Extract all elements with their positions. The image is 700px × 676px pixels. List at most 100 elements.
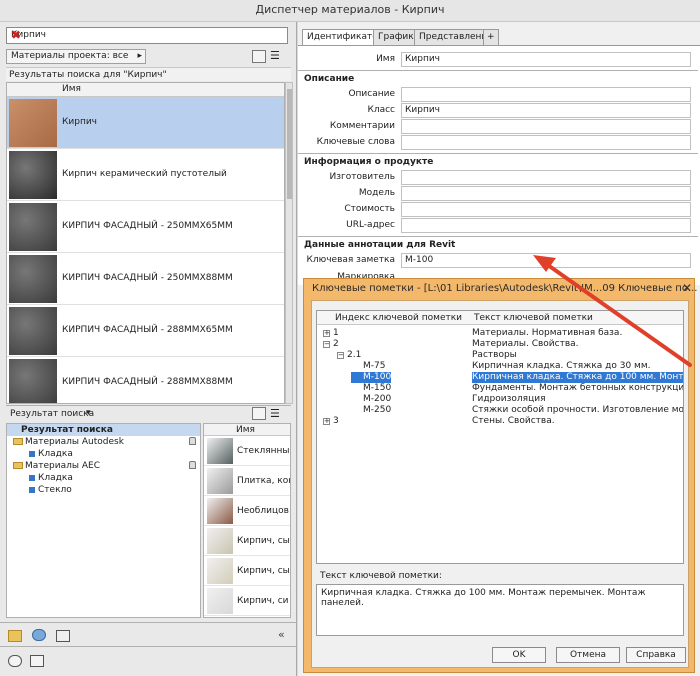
keynote-text: Гидроизоляция xyxy=(472,394,546,404)
materials-grid-header: Имя xyxy=(7,83,284,97)
library-row[interactable]: Плитка, кон xyxy=(204,466,290,496)
keynote-text: Растворы xyxy=(472,350,517,360)
keynote-index-text: 1 xyxy=(333,328,339,338)
library-row[interactable]: Стеклянный xyxy=(204,436,290,466)
help-button[interactable]: Справка xyxy=(626,647,686,663)
library-tree-node[interactable]: Стекло xyxy=(7,484,200,496)
section-revit: Данные аннотации для Revit xyxy=(304,240,456,250)
dialog-title: Ключевые пометки - [L:\01 Libraries\Auto… xyxy=(312,283,698,294)
cost-field[interactable] xyxy=(401,202,691,217)
cancel-button[interactable]: Отмена xyxy=(556,647,620,663)
expand-icon[interactable]: + xyxy=(323,418,330,425)
material-row[interactable]: КИРПИЧ ФАСАДНЫЙ - 250MMX65MM xyxy=(7,201,284,253)
project-materials-filter[interactable]: Материалы проекта: все ▸ xyxy=(6,49,146,64)
filter-bar: Материалы проекта: все ▸ ☰ xyxy=(6,49,291,65)
keynote-index: М-100 xyxy=(351,372,392,383)
view-toggle-icon[interactable] xyxy=(252,50,266,63)
category-icon xyxy=(29,450,35,457)
library-tree-label: Кладка xyxy=(38,449,73,459)
keynote-index-text: М-250 xyxy=(363,405,392,415)
collapse-node-icon[interactable]: − xyxy=(337,352,344,359)
material-thumbnail xyxy=(9,255,57,303)
ok-button[interactable]: OK xyxy=(492,647,546,663)
add-tab-button[interactable]: + xyxy=(483,29,499,45)
library-item-name: Кирпич, сы xyxy=(237,566,290,576)
class-label: Класс xyxy=(367,105,395,115)
comments-field[interactable] xyxy=(401,119,691,134)
material-row[interactable]: КИРПИЧ ФАСАДНЫЙ - 288MMX65MM xyxy=(7,305,284,357)
keynote-row[interactable]: М-100 Кирпичная кладка. Стяжка до 100 мм.… xyxy=(317,372,683,383)
description-field[interactable] xyxy=(401,87,691,102)
search-input[interactable]: Кирпич ✖ xyxy=(6,27,288,44)
library-tree-node[interactable]: Кладка xyxy=(7,472,200,484)
edit-icon[interactable] xyxy=(30,655,44,667)
keynote-index-text: М-75 xyxy=(363,361,386,371)
material-name: Кирпич керамический пустотелый xyxy=(62,169,227,179)
keynote-row[interactable]: М-150 Фундаменты. Монтаж бетонных констру… xyxy=(317,383,683,394)
model-field[interactable] xyxy=(401,186,691,201)
keynote-field[interactable]: М-100 xyxy=(401,253,691,268)
library-tree-node[interactable]: Материалы AEC xyxy=(7,460,200,472)
folder-icon xyxy=(13,462,23,469)
list-options-icon[interactable]: ☰ xyxy=(270,50,284,63)
library-tree-label: Стекло xyxy=(38,485,72,495)
close-icon[interactable]: ✕ xyxy=(680,281,694,295)
keynote-text: Кирпичная кладка. Стяжка до 30 мм. xyxy=(472,361,651,371)
class-field[interactable]: Кирпич xyxy=(401,103,691,118)
globe-icon[interactable] xyxy=(32,629,46,641)
materials-grid: Имя Кирпич Кирпич керамический пустотелый… xyxy=(6,82,285,404)
library-item-name: Кирпич, си xyxy=(237,596,289,606)
material-row[interactable]: КИРПИЧ ФАСАДНЫЙ - 250MMX88MM xyxy=(7,253,284,305)
library-tree-node[interactable]: Материалы Autodesk xyxy=(7,436,200,448)
url-field[interactable] xyxy=(401,218,691,233)
name-label: Имя xyxy=(376,54,395,64)
name-field[interactable]: Кирпич xyxy=(401,52,691,67)
keywords-field[interactable] xyxy=(401,135,691,150)
collapse-icon[interactable]: « xyxy=(278,628,285,641)
chevron-down-icon[interactable]: ▾ xyxy=(86,408,91,418)
keynote-row[interactable]: М-200 Гидроизоляция xyxy=(317,394,683,405)
lock-icon xyxy=(189,437,196,445)
keynote-row[interactable]: М-250 Стяжки особой прочности. Изготовлен… xyxy=(317,405,683,416)
collapse-node-icon[interactable]: − xyxy=(323,341,330,348)
keynote-row[interactable]: −2.1 Растворы xyxy=(317,350,683,361)
material-thumbnail xyxy=(9,307,57,355)
keynote-row[interactable]: М-75 Кирпичная кладка. Стяжка до 30 мм. xyxy=(317,361,683,372)
material-row[interactable]: КИРПИЧ ФАСАДНЫЙ - 288MMX88MM xyxy=(7,357,284,403)
material-row[interactable]: Кирпич керамический пустотелый xyxy=(7,149,284,201)
library-thumbnail xyxy=(207,588,233,614)
material-name: КИРПИЧ ФАСАДНЫЙ - 288MMX88MM xyxy=(62,377,233,387)
materials-scrollbar[interactable] xyxy=(285,82,293,404)
column-text: Текст ключевой пометки xyxy=(474,313,593,323)
keynote-text: Материалы. Нормативная база. xyxy=(472,328,623,338)
filter-label: Материалы проекта: все xyxy=(11,51,129,61)
no-material-icon[interactable] xyxy=(8,655,22,667)
material-row[interactable]: Кирпич xyxy=(7,97,284,149)
maker-field[interactable] xyxy=(401,170,691,185)
folder-icon[interactable] xyxy=(8,630,22,642)
library-tree-label: Кладка xyxy=(38,473,73,483)
library-row[interactable]: Кирпич, си xyxy=(204,586,290,616)
library-row[interactable]: Необлицов xyxy=(204,496,290,526)
library-item-name: Необлицов xyxy=(237,506,289,516)
library-row[interactable]: Кирпич, сы xyxy=(204,556,290,586)
library-options-icon[interactable]: ☰ xyxy=(270,407,280,420)
column-index: Индекс ключевой пометки xyxy=(335,313,463,323)
keynote-row[interactable]: −2 Материалы. Свойства. xyxy=(317,339,683,350)
panel-icon[interactable] xyxy=(56,630,70,642)
library-view-icon[interactable] xyxy=(252,407,266,420)
keynote-row[interactable]: +1 Материалы. Нормативная база. xyxy=(317,328,683,339)
material-thumbnail xyxy=(9,359,57,403)
keynote-index-text: М-150 xyxy=(363,383,392,393)
library-bar: Результат поиска ▾ ☰ xyxy=(6,405,291,421)
clear-search-icon[interactable]: ✖ xyxy=(11,28,284,42)
library-tree-node[interactable]: Кладка xyxy=(7,448,200,460)
library-tree: Результат поиска Материалы Autodesk Кладк… xyxy=(6,423,201,618)
library-thumbnail xyxy=(207,498,233,524)
library-row[interactable]: Кирпич, сы xyxy=(204,526,290,556)
maker-label: Изготовитель xyxy=(329,172,396,182)
section-product: Информация о продукте xyxy=(304,157,434,167)
expand-icon[interactable]: + xyxy=(323,330,330,337)
material-name: Кирпич xyxy=(62,117,98,127)
keynote-row[interactable]: +3 Стены. Свойства. xyxy=(317,416,683,427)
